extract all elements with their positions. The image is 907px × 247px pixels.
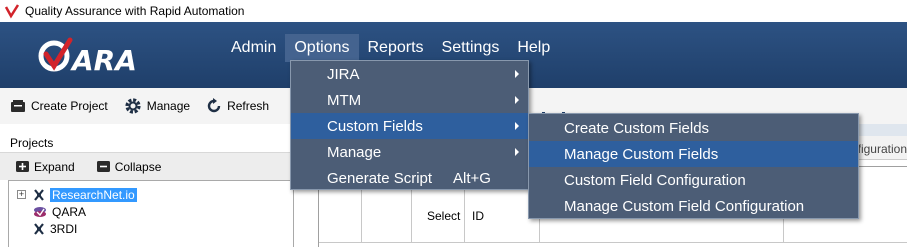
menu-item-jira[interactable]: JIRA (291, 61, 528, 87)
svg-text:ARA: ARA (70, 44, 137, 77)
manage-button[interactable]: Manage (124, 97, 190, 115)
submenu-item-custom-field-configuration[interactable]: Custom Field Configuration (529, 167, 858, 193)
qara-logo: ARA (38, 37, 137, 77)
create-project-icon (11, 100, 25, 112)
menu-admin[interactable]: Admin (222, 34, 285, 62)
submenu-arrow-icon (515, 122, 519, 130)
menu-options[interactable]: Options (285, 34, 359, 62)
tree-item[interactable]: 3RDI (17, 220, 77, 237)
window-titlebar: Quality Assurance with Rapid Automation (0, 0, 907, 22)
content-header-text: nfiguration (850, 142, 907, 156)
tree-item[interactable]: + ResearchNet.io (17, 186, 137, 203)
projects-tree[interactable]: + ResearchNet.io QARA 3RDI (8, 180, 294, 247)
tree-item-label: QARA (52, 204, 87, 219)
collapse-icon (96, 161, 110, 172)
submenu-item-label: Create Custom Fields (564, 119, 710, 137)
menu-item-custom-fields[interactable]: Custom Fields (291, 113, 528, 139)
expand-label: Expand (34, 159, 75, 174)
collapse-button[interactable]: Collapse (96, 159, 162, 174)
create-project-label: Create Project (31, 99, 108, 113)
submenu-item-manage-custom-field-configuration[interactable]: Manage Custom Field Configuration (529, 193, 858, 219)
grid-header-select[interactable]: Select (427, 209, 460, 223)
manage-label: Manage (146, 99, 191, 113)
app-logo-icon (4, 4, 20, 19)
menu-item-mtm[interactable]: MTM (291, 87, 528, 113)
expand-button[interactable]: Expand (16, 160, 75, 174)
collapse-label: Collapse (114, 159, 162, 174)
tree-expand-toggle-icon[interactable]: + (17, 190, 26, 199)
menu-item-label: Custom Fields (327, 117, 423, 135)
refresh-icon (207, 98, 221, 113)
project-icon (34, 222, 44, 235)
refresh-button[interactable]: Refresh (206, 98, 269, 114)
main-menubar: Admin Options Reports Settings Help (222, 34, 559, 62)
tree-item-label: ResearchNet.io (50, 187, 137, 202)
submenu-arrow-icon (515, 148, 519, 156)
menu-help[interactable]: Help (508, 34, 559, 62)
project-stack-icon (34, 206, 46, 217)
menu-item-generate-script[interactable]: Generate Script Alt+G (291, 165, 528, 191)
submenu-arrow-icon (515, 96, 519, 104)
custom-fields-submenu: Create Custom Fields Manage Custom Field… (528, 113, 859, 219)
refresh-label: Refresh (227, 99, 270, 113)
grid-header-divider (319, 242, 907, 243)
submenu-item-manage-custom-fields[interactable]: Manage Custom Fields (529, 141, 858, 167)
menu-settings[interactable]: Settings (433, 34, 509, 62)
project-icon (34, 188, 44, 201)
submenu-item-label: Manage Custom Fields (564, 145, 719, 163)
expand-icon (16, 161, 29, 172)
window-title: Quality Assurance with Rapid Automation (25, 4, 245, 18)
projects-label: Projects (10, 136, 54, 150)
submenu-item-label: Manage Custom Field Configuration (564, 197, 805, 215)
menu-item-label: Manage (327, 143, 382, 161)
menu-item-label: MTM (327, 91, 362, 109)
grid-header-id[interactable]: ID (472, 209, 484, 223)
submenu-item-create-custom-fields[interactable]: Create Custom Fields (529, 115, 858, 141)
submenu-item-label: Custom Field Configuration (564, 171, 746, 189)
options-dropdown: JIRA MTM Custom Fields Manage Generate S… (290, 60, 529, 190)
create-project-button[interactable]: Create Project (10, 98, 108, 114)
menu-reports[interactable]: Reports (359, 34, 433, 62)
menu-item-manage[interactable]: Manage (291, 139, 528, 165)
submenu-arrow-icon (515, 70, 519, 78)
tree-item-label: 3RDI (50, 221, 78, 236)
menu-shortcut: Alt+G (453, 169, 491, 187)
menu-item-label: Generate Script (327, 169, 433, 187)
projects-toolbar: Expand Collapse (0, 152, 295, 180)
tree-item[interactable]: QARA (17, 203, 86, 220)
menu-item-label: JIRA (327, 65, 360, 83)
gear-icon (125, 98, 141, 114)
